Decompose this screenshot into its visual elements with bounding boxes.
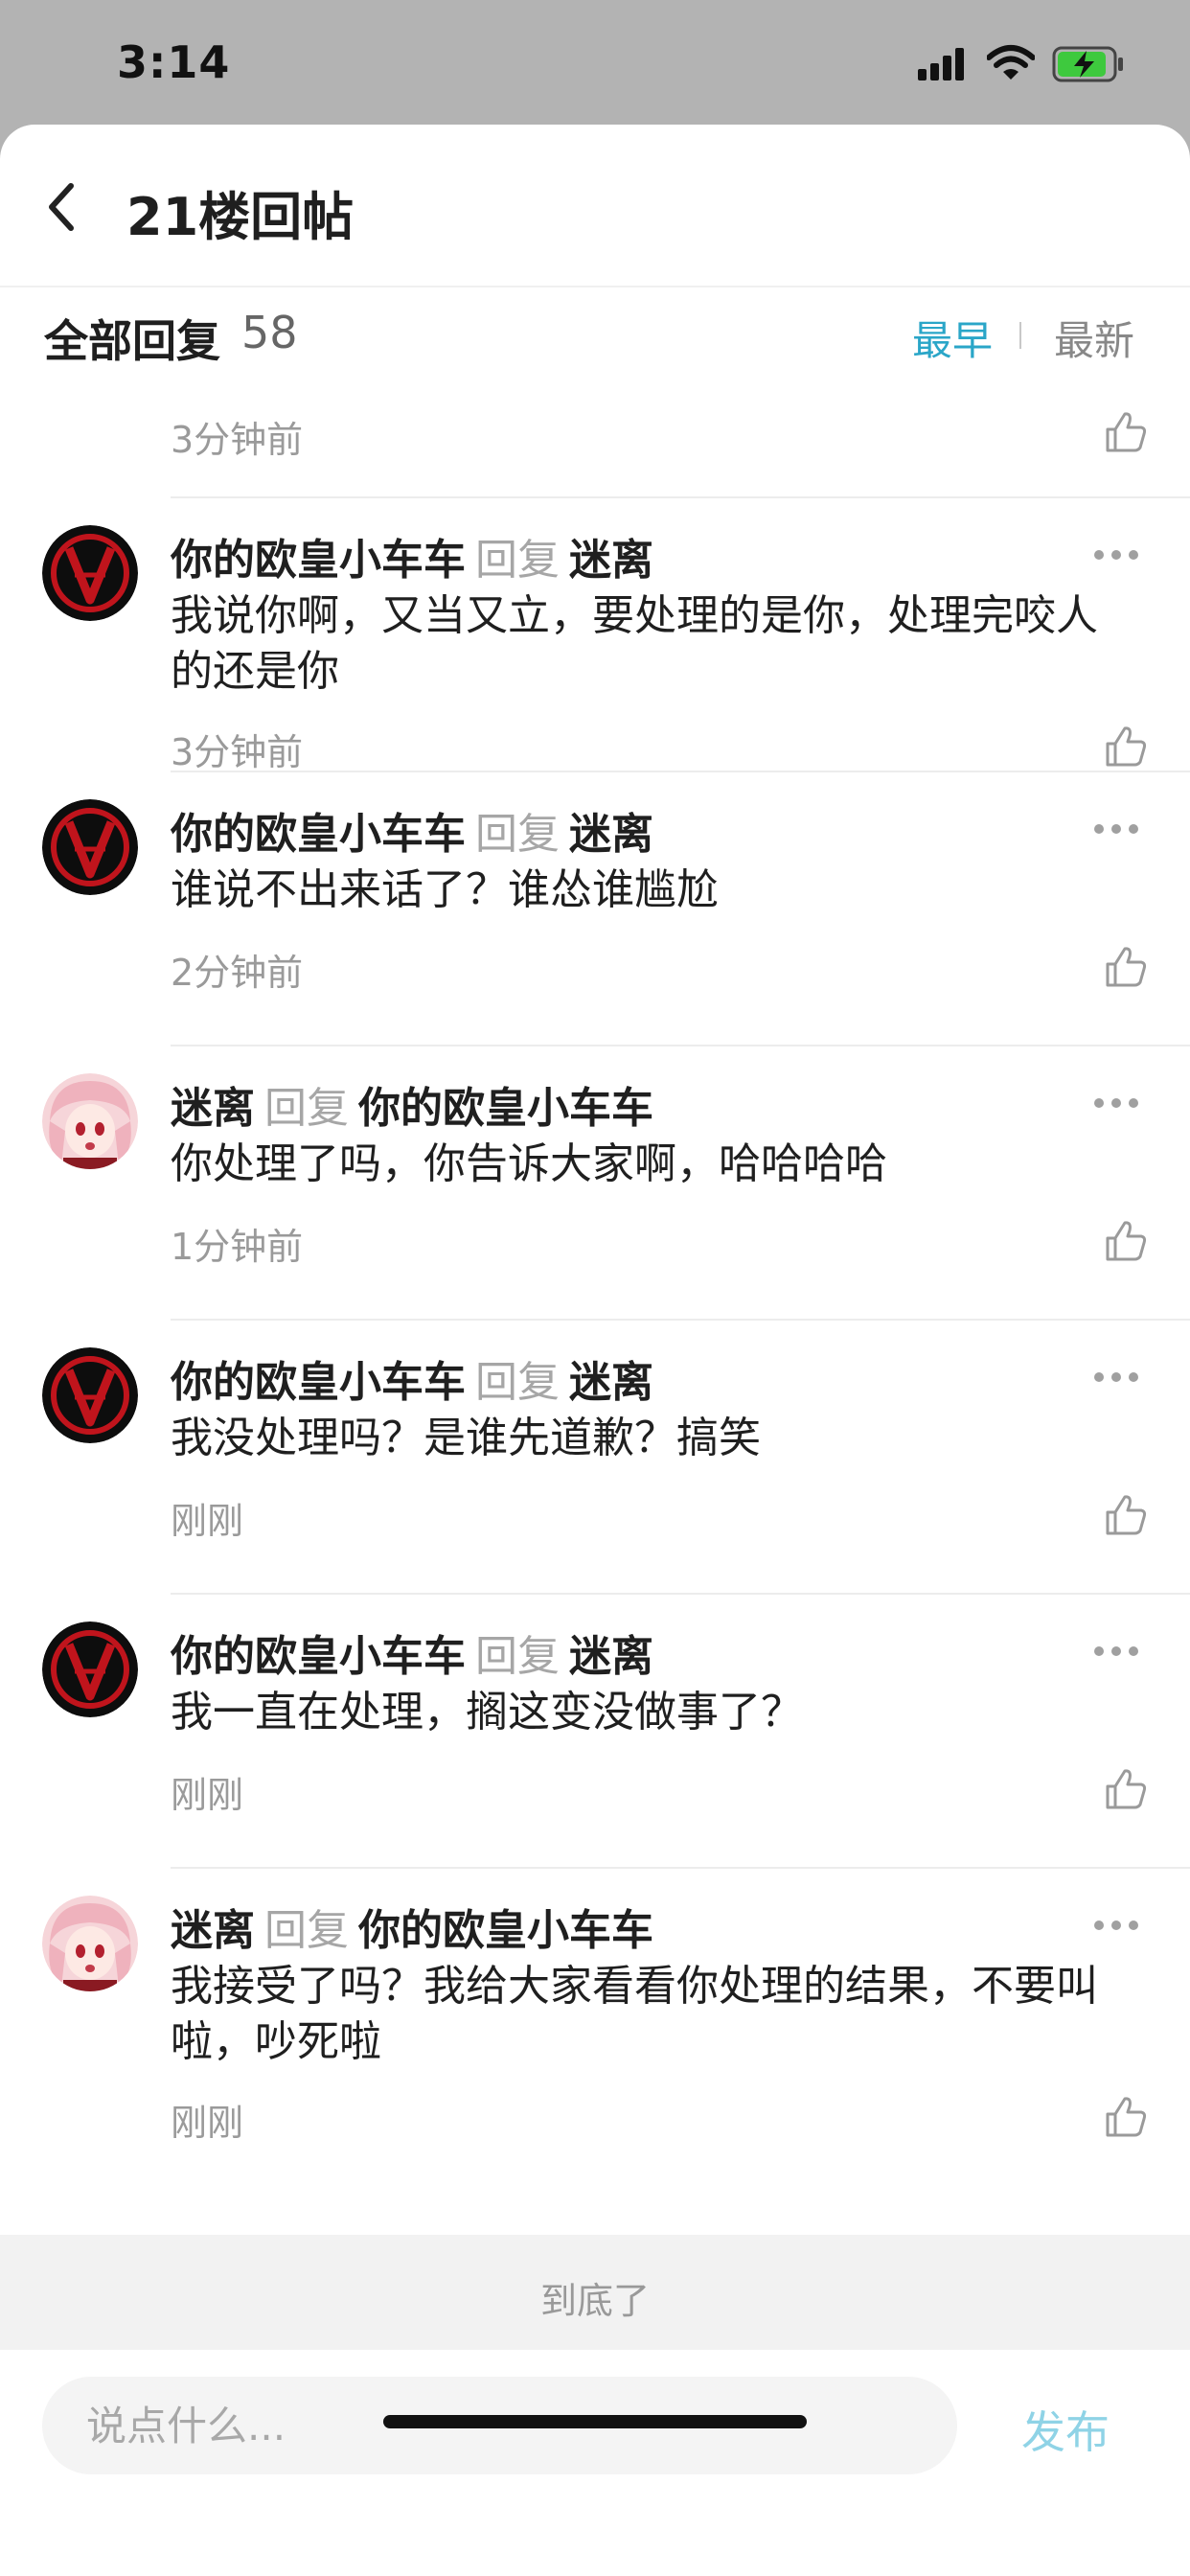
reply-to-username[interactable]: 迷离 <box>569 1632 653 1681</box>
anime-girl-avatar[interactable] <box>42 1073 138 1169</box>
reply-to-username[interactable]: 迷离 <box>569 810 653 859</box>
more-icon[interactable] <box>1094 1098 1138 1110</box>
comment-divider <box>171 770 1190 772</box>
v-logo-avatar[interactable] <box>42 799 138 895</box>
reply-to-username[interactable]: 迷离 <box>569 536 653 585</box>
comment-meta: 你的欧皇小车车 回复 迷离 <box>171 525 653 586</box>
comment-username[interactable]: 迷离 <box>171 1906 255 1955</box>
comment-divider <box>171 1593 1190 1595</box>
reply-word: 回复 <box>475 536 560 585</box>
home-indicator <box>383 2415 807 2428</box>
publish-button[interactable]: 发布 <box>1021 2398 1110 2461</box>
comment-divider <box>171 1319 1190 1321</box>
comment-time: 3分钟前 <box>171 731 304 773</box>
wifi-icon <box>987 45 1035 80</box>
comment-time: 2分钟前 <box>171 952 304 994</box>
status-time: 3:14 <box>117 36 231 88</box>
thumbs-up-icon[interactable] <box>1104 1493 1148 1537</box>
more-icon[interactable] <box>1094 1372 1138 1384</box>
reply-word: 回复 <box>475 1358 560 1407</box>
cellular-signal-icon <box>918 48 968 80</box>
comment-username[interactable]: 你的欧皇小车车 <box>171 536 466 585</box>
comment-username[interactable]: 迷离 <box>171 1084 255 1133</box>
comment-username[interactable]: 你的欧皇小车车 <box>171 810 466 859</box>
comment-content: 你处理了吗，你告诉大家啊，哈哈哈哈 <box>171 1139 887 1188</box>
all-replies-title: 全部回复 <box>44 315 220 367</box>
comment-meta: 你的欧皇小车车 回复 迷离 <box>171 1347 653 1409</box>
comment-content: 我一直在处理，搁这变没做事了？ <box>171 1688 803 1736</box>
comment-meta: 迷离 回复 你的欧皇小车车 <box>171 1073 653 1135</box>
comment-content: 我没处理吗？是谁先道歉？搞笑 <box>171 1414 761 1462</box>
comment-meta: 你的欧皇小车车 回复 迷离 <box>171 1622 653 1683</box>
comment-content: 我接受了吗？我给大家看看你处理的结果，不要叫啦，吵死啦 <box>171 1962 1098 2066</box>
reply-list-header: 全部回复 58 最早 最新 <box>0 288 1190 383</box>
thumbs-up-icon[interactable] <box>1104 2095 1148 2139</box>
comment-divider <box>171 496 1190 498</box>
comment-username[interactable]: 你的欧皇小车车 <box>171 1358 466 1407</box>
reply-sheet: 21楼回帖 全部回复 58 最早 最新 3分钟前 你的欧皇小车车 回复 迷离 我说你啊… <box>0 125 1190 2576</box>
comment-divider <box>171 1045 1190 1046</box>
more-icon[interactable] <box>1094 824 1138 836</box>
reply-to-username[interactable]: 你的欧皇小车车 <box>358 1084 653 1133</box>
navigation-bar: 21楼回帖 <box>0 125 1190 288</box>
sort-newest-tab[interactable]: 最新 <box>1054 309 1134 367</box>
thumbs-up-icon[interactable] <box>1104 724 1148 769</box>
comment-content: 谁说不出来话了？谁怂谁尴尬 <box>171 865 719 914</box>
end-of-list-bar: 到底了 <box>0 2235 1190 2350</box>
chevron-left-icon[interactable] <box>42 178 80 236</box>
battery-charging-icon <box>1052 46 1123 82</box>
comment-item[interactable]: 迷离 回复 你的欧皇小车车 你处理了吗，你告诉大家啊，哈哈哈哈 1分钟前 <box>0 1045 1190 1319</box>
reply-word: 回复 <box>475 810 560 859</box>
comment-item[interactable]: 你的欧皇小车车 回复 迷离 谁说不出来话了？谁怂谁尴尬 2分钟前 <box>0 770 1190 1045</box>
end-of-list-text: 到底了 <box>539 2280 650 2322</box>
comment-content: 我说你啊，又当又立，要处理的是你，处理完咬人的还是你 <box>171 591 1098 696</box>
thumbs-up-icon[interactable] <box>1104 410 1148 454</box>
comment-time: 1分钟前 <box>171 1226 304 1268</box>
reply-word: 回复 <box>264 1084 349 1133</box>
status-bar: 3:14 <box>0 0 1190 125</box>
comment-meta: 你的欧皇小车车 回复 迷离 <box>171 799 653 861</box>
v-logo-avatar[interactable] <box>42 1347 138 1443</box>
sort-divider <box>1019 322 1021 349</box>
v-logo-avatar[interactable] <box>42 525 138 621</box>
reply-count: 58 <box>241 307 298 358</box>
comment-item[interactable]: 迷离 回复 你的欧皇小车车 我接受了吗？我给大家看看你处理的结果，不要叫啦，吵死啦 刚刚 <box>0 1867 1190 2235</box>
comment-time: 3分钟前 <box>171 419 304 461</box>
comment-item[interactable]: 你的欧皇小车车 回复 迷离我没处理吗？是谁先道歉？搞笑刚刚 <box>0 1319 1190 1593</box>
more-icon[interactable] <box>1094 1920 1138 1932</box>
anime-girl-avatar[interactable] <box>42 1896 138 1991</box>
comment-meta: 迷离 回复 你的欧皇小车车 <box>171 1896 653 1957</box>
reply-word: 回复 <box>475 1632 560 1681</box>
sort-earliest-tab[interactable]: 最早 <box>912 309 993 367</box>
comment-username[interactable]: 你的欧皇小车车 <box>171 1632 466 1681</box>
more-icon[interactable] <box>1094 550 1138 562</box>
reply-to-username[interactable]: 你的欧皇小车车 <box>358 1906 653 1955</box>
comment-input-bar: 发布 <box>0 2352 1190 2576</box>
comment-time: 刚刚 <box>171 1774 244 1816</box>
reply-to-username[interactable]: 迷离 <box>569 1358 653 1407</box>
thumbs-up-icon[interactable] <box>1104 1767 1148 1811</box>
comment-time: 刚刚 <box>171 2102 244 2144</box>
comment-item[interactable]: 你的欧皇小车车 回复 迷离 我说你啊，又当又立，要处理的是你，处理完咬人的还是你 3分钟… <box>0 496 1190 773</box>
thumbs-up-icon[interactable] <box>1104 945 1148 989</box>
comment-divider <box>171 1867 1190 1869</box>
v-logo-avatar[interactable] <box>42 1622 138 1717</box>
thumbs-up-icon[interactable] <box>1104 1219 1148 1263</box>
comment-item[interactable]: 你的欧皇小车车 回复 迷离我一直在处理，搁这变没做事了？ 刚刚 <box>0 1593 1190 1867</box>
page-title: 21楼回帖 <box>126 187 355 247</box>
comment-time: 刚刚 <box>171 1500 244 1542</box>
more-icon[interactable] <box>1094 1646 1138 1658</box>
reply-word: 回复 <box>264 1906 349 1955</box>
